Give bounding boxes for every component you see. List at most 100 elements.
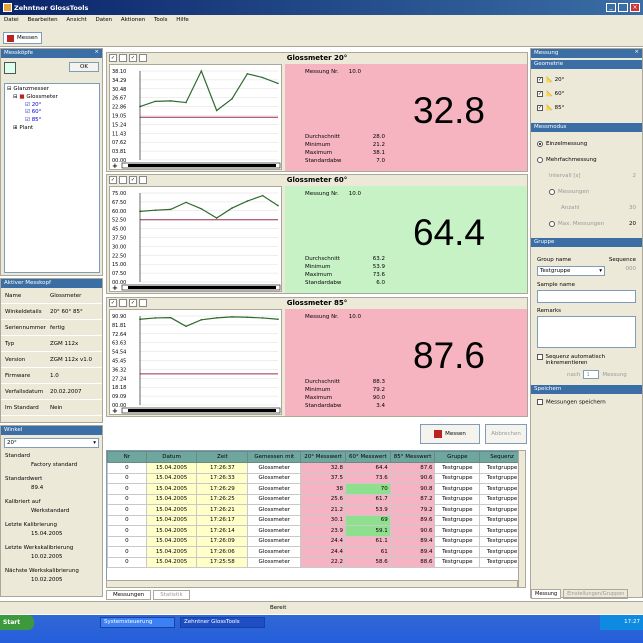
menu-datei[interactable]: Datei — [4, 17, 19, 23]
column-header[interactable]: Zeit — [196, 451, 249, 463]
column-header[interactable]: 20° Messwert — [300, 451, 346, 463]
einzelmessung-radio[interactable]: Einzelmessung — [537, 136, 636, 152]
tab-messungen[interactable]: Messungen — [106, 590, 152, 600]
winkel-select[interactable]: 20° ▾ — [4, 438, 99, 448]
property-key: Im Standard — [5, 404, 39, 411]
messen-button[interactable]: Messen — [420, 424, 480, 444]
tree-item-60[interactable]: ☑ 60° — [7, 109, 97, 117]
close-icon[interactable]: × — [630, 3, 640, 12]
column-header[interactable]: 60° Messwert — [344, 451, 391, 463]
geometrie-title: Geometrie — [534, 61, 564, 67]
geo-20-checkbox[interactable]: ✓ 📐 20° — [537, 73, 636, 87]
abbrechen-button[interactable]: Abbrechen — [485, 424, 527, 444]
menu-bearbeiten[interactable]: Bearbeiten — [27, 17, 57, 23]
maximize-icon[interactable] — [618, 3, 628, 12]
zoom-plus-icon[interactable]: + — [112, 284, 118, 292]
tree-item-20[interactable]: ☑ 20° — [7, 102, 97, 110]
chart-icon[interactable] — [119, 54, 127, 62]
menu-tools[interactable]: Tools — [154, 17, 168, 23]
stat-row: Standardabw 7.0 — [305, 157, 385, 165]
geo-60-checkbox[interactable]: ✓ 📐 60° — [537, 87, 636, 101]
speichern-checkbox[interactable]: Messungen speichern — [531, 394, 642, 411]
checkbox-icon[interactable]: ✓ — [129, 299, 137, 307]
table-cell: 90.8 — [389, 483, 436, 495]
start-button[interactable]: Start — [0, 615, 34, 630]
column-header[interactable]: Datum — [145, 451, 198, 463]
pin-icon[interactable]: × — [634, 49, 639, 55]
table-icon[interactable] — [139, 299, 147, 307]
chart-scroll-thumb[interactable] — [128, 286, 276, 289]
menu-aktionen[interactable]: Aktionen — [121, 17, 145, 23]
table-row[interactable]: 0 15.04.2005 17:26:17 Glossmeter 30.1 69 89.6 T… — [107, 514, 525, 526]
messkopfe-header: Messköpfe × — [1, 49, 102, 58]
zoom-plus-icon[interactable]: + — [112, 407, 118, 415]
toolbar-messen-button[interactable]: Messen — [3, 32, 42, 44]
max-value[interactable]: 20 — [629, 216, 636, 232]
measurement-table: Nr Datum Zeit Gemessen mit 20° Messwert 60° M… — [106, 450, 526, 588]
max-radio[interactable]: Max. Messungen — [549, 216, 604, 232]
geo-85-checkbox[interactable]: ✓ 📐 85° — [537, 101, 636, 115]
table-row[interactable]: 0 15.04.2005 17:25:58 Glossmeter 22.2 58.6 88.… — [107, 556, 525, 568]
column-header[interactable]: Nr — [107, 451, 147, 463]
column-header[interactable]: Gemessen mit — [247, 451, 302, 463]
menu-daten[interactable]: Daten — [95, 17, 112, 23]
sample-name-input[interactable] — [537, 290, 636, 303]
tree-item-root[interactable]: ⊟ Glanzmesser — [7, 86, 97, 94]
tree-item-85[interactable]: ☑ 85° — [7, 117, 97, 125]
winkel-title: Winkel — [4, 427, 23, 433]
taskbar-item-systemsteuerung[interactable]: Systemsteuerung — [100, 617, 175, 628]
column-header[interactable]: Gruppe — [434, 451, 481, 463]
data-point — [169, 316, 172, 319]
mehrfachmessung-radio[interactable]: Mehrfachmessung — [537, 152, 636, 168]
taskbar-item-glosstools[interactable]: Zehntner GlossTools — [180, 617, 265, 628]
table-row[interactable]: 0 15.04.2005 17:26:37 Glossmeter 32.8 64.4 87.… — [107, 462, 525, 474]
intervall-value[interactable]: 2 — [633, 168, 637, 184]
seq-auto-checkbox[interactable]: Sequenz automatisch inkrementieren — [537, 354, 636, 366]
chart-icon[interactable] — [119, 176, 127, 184]
table-row[interactable]: 0 15.04.2005 17:26:09 Glossmeter 24.4 61.1 89.… — [107, 535, 525, 547]
pin-icon[interactable]: × — [94, 49, 99, 55]
table-row[interactable]: 0 15.04.2005 17:26:14 Glossmeter 23.9 59.1 90.… — [107, 525, 525, 537]
table-row[interactable]: 0 15.04.2005 17:26:29 Glossmeter 38 70 90.8 Tes… — [107, 483, 525, 495]
anzahl-value[interactable]: 30 — [629, 200, 636, 216]
table-icon[interactable] — [139, 54, 147, 62]
table-cell: 15.04.2005 — [145, 504, 198, 516]
messungen-radio[interactable]: Messungen — [537, 184, 636, 200]
checkbox-icon[interactable]: ✓ — [109, 299, 117, 307]
menu-ansicht[interactable]: Ansicht — [66, 17, 86, 23]
table-row[interactable]: 0 15.04.2005 17:26:33 Glossmeter 37.5 73.6 90.… — [107, 472, 525, 484]
zoom-plus-icon[interactable]: + — [112, 162, 118, 170]
tab-statistik[interactable]: Statistik — [153, 590, 190, 600]
checkbox-icon[interactable]: ✓ — [109, 54, 117, 62]
table-vscroll[interactable] — [518, 450, 526, 588]
tree-item-plant[interactable]: ⊞ Plant — [7, 125, 97, 133]
ok-button[interactable]: OK — [69, 62, 99, 72]
table-cell: 89.6 — [389, 514, 436, 526]
checkbox-icon[interactable]: ✓ — [129, 54, 137, 62]
tab-messung[interactable]: Messung — [531, 589, 562, 599]
column-header[interactable]: 85° Messwert — [389, 451, 436, 463]
stat-label: Standardabw — [305, 158, 342, 164]
tree-item-glossmeter[interactable]: ⊟ ■ Glossmeter — [7, 94, 97, 102]
device-icon[interactable] — [4, 62, 16, 74]
tab-einstellungen[interactable]: Einstellungen/Gruppen — [563, 589, 629, 599]
table-row[interactable]: 0 15.04.2005 17:26:21 Glossmeter 21.2 53.9 79.… — [107, 504, 525, 516]
group-select[interactable]: Testgruppe ▾ — [537, 266, 605, 276]
remarks-textarea[interactable] — [537, 316, 636, 348]
table-cell: 70 — [344, 483, 391, 495]
table-row[interactable]: 0 15.04.2005 17:26:25 Glossmeter 25.6 61.7 87.… — [107, 493, 525, 505]
minimize-icon[interactable]: _ — [606, 3, 616, 12]
aktiver-title: Aktiver Messkopf — [4, 280, 51, 286]
menu-hilfe[interactable]: Hilfe — [176, 17, 189, 23]
chart-scroll-thumb[interactable] — [128, 409, 276, 412]
tree-child-label: Glossmeter — [26, 93, 58, 100]
checkbox-icon[interactable]: ✓ — [109, 176, 117, 184]
chart-icon[interactable] — [119, 299, 127, 307]
nach-stepper[interactable]: 1 — [583, 370, 600, 379]
table-icon[interactable] — [139, 176, 147, 184]
winkel-row: Letzte Werkskalibrierung 10.02.2005 — [1, 543, 102, 566]
table-hscroll[interactable] — [106, 580, 518, 588]
checkbox-icon[interactable]: ✓ — [129, 176, 137, 184]
table-row[interactable]: 0 15.04.2005 17:26:06 Glossmeter 24.4 61 89.4 T… — [107, 546, 525, 558]
chart-scroll-thumb[interactable] — [128, 164, 276, 167]
